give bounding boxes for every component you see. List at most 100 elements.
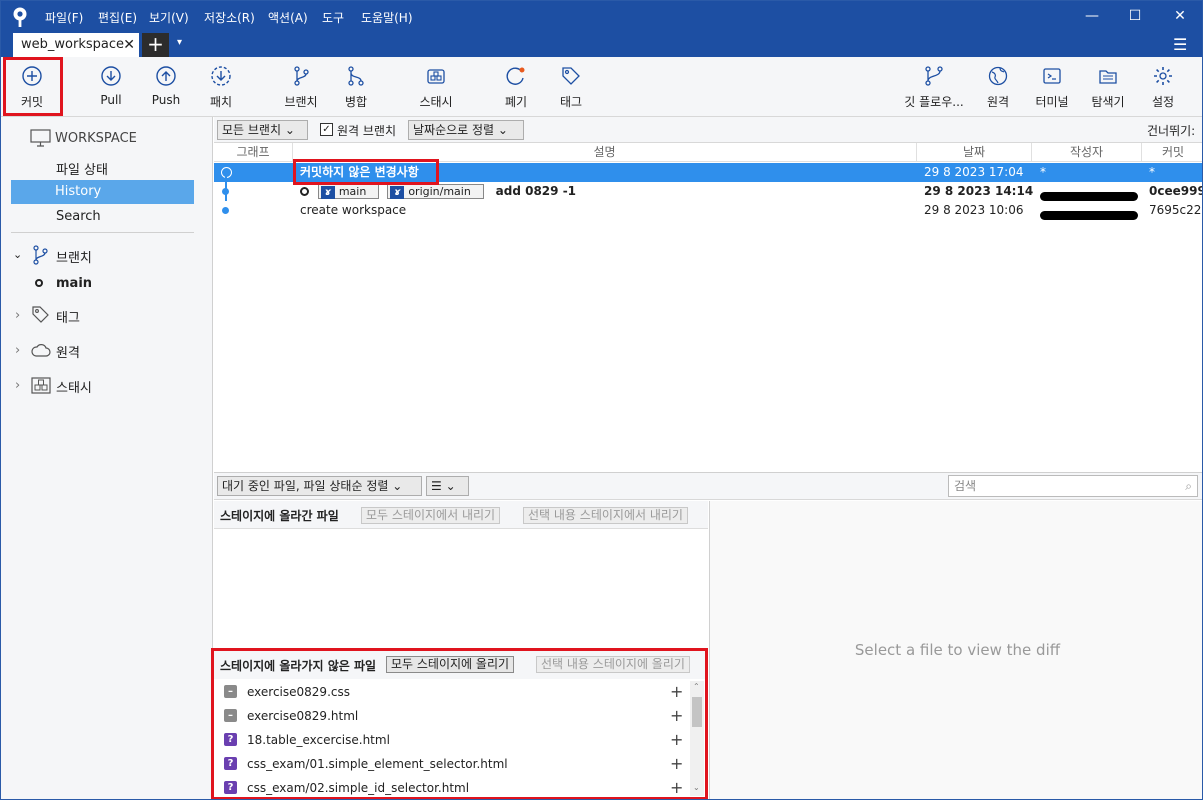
sort-by-date-dropdown[interactable]: 날짜순으로 정렬 ⌄ [408,120,524,140]
sidebar-branch-main[interactable]: main [56,276,92,291]
stage-file-plus-icon[interactable]: + [670,728,683,752]
column-graph[interactable]: 그래프 [214,143,293,162]
branch-button[interactable]: 브랜치 [281,57,321,117]
pull-button[interactable]: Pull [93,57,129,117]
discard-button[interactable]: 폐기 [499,57,533,117]
sidebar-stashes[interactable]: 스태시 [56,377,92,396]
remote-button[interactable]: 원격 [983,57,1013,117]
stage-selected-button[interactable]: 선택 내용 스테이지에 올리기 [536,656,690,673]
menu-repository[interactable]: 저장소(R) [204,9,255,26]
list-mode-dropdown[interactable]: ☰ ⌄ [426,476,469,496]
column-date[interactable]: 날짜 [917,143,1032,162]
branch-label-origin-main-text: origin/main [408,185,471,198]
push-button[interactable]: Push [147,57,185,117]
scrollbar-thumb[interactable] [692,697,702,727]
new-tab-button[interactable]: + [142,33,169,57]
branch-label-main[interactable]: ɤ main [317,184,380,199]
commit-row[interactable]: ɤ main ɤ origin/main add 0829 -1 29 8 2023 … [214,174,1202,210]
remote-branch-badge-icon: ɤ [390,186,405,199]
commit-row-uncommitted[interactable]: 커밋하지 않은 변경사항 29 8 2023 17:04 * * [214,163,1202,182]
tab-web-workspace[interactable]: web_workspace ✕ [13,33,139,57]
sidebar-tags[interactable]: 태그 [56,307,80,326]
terminal-button[interactable]: 터미널 [1033,57,1071,117]
tab-title: web_workspace [21,37,124,52]
all-branches-dropdown[interactable]: 모든 브랜치 ⌄ [217,120,308,140]
unstaged-file-row[interactable]: ? css_exam/01.simple_element_selector.ht… [214,752,708,776]
untracked-file-icon: ? [224,757,237,770]
column-author[interactable]: 작성자 [1032,143,1142,162]
stash-icon-sidebar [31,377,51,394]
scroll-up-icon[interactable]: ⌃ [693,682,700,691]
column-commit[interactable]: 커밋 [1142,143,1202,162]
sidebar-item-file-status[interactable]: 파일 상태 [56,159,108,178]
patch-icon [211,66,231,86]
untracked-file-icon: ? [224,781,237,794]
unstaged-file-row[interactable]: ? 18.table_excercise.html + [214,728,708,752]
unstage-selected-button[interactable]: 선택 내용 스테이지에서 내리기 [523,507,688,524]
maximize-button[interactable]: ☐ [1120,5,1150,27]
stage-file-plus-icon[interactable]: + [670,752,683,776]
patch-button[interactable]: 패치 [203,57,239,117]
branch-label-origin-main[interactable]: ɤ origin/main [387,184,484,199]
remote-branches-checkbox[interactable]: ✓ [320,123,333,136]
staged-files-list[interactable] [214,529,708,651]
menu-view[interactable]: 보기(V) [149,9,189,26]
commit-hash: * [1149,165,1155,179]
search-placeholder: 검색 [954,479,977,493]
graph-node-icon [222,188,229,195]
tab-close-icon[interactable]: ✕ [123,33,135,57]
sidebar: WORKSPACE 파일 상태 History Search ⌄ 브랜치 mai… [1,117,213,799]
file-name: css_exam/02.simple_id_selector.html [247,781,470,795]
folder-explorer-icon [1099,70,1117,84]
sidebar-remotes[interactable]: 원격 [56,342,80,361]
explorer-button[interactable]: 탐색기 [1087,57,1129,117]
menu-tools[interactable]: 도구 [322,9,344,26]
stage-file-plus-icon[interactable]: + [670,704,683,728]
unstaged-file-row[interactable]: ? css_exam/02.simple_id_selector.html + [214,776,708,799]
file-search-input[interactable]: 검색 ⌕ [948,475,1198,497]
commit-description: 커밋하지 않은 변경사항 [300,165,419,179]
commit-refs: ɤ main ɤ origin/main add 0829 -1 [300,182,576,201]
git-flow-button[interactable]: 깃 플로우... [901,57,967,117]
unstaged-list-scrollbar[interactable]: ⌃ ⌄ [690,681,704,796]
file-name: exercise0829.html [247,709,359,723]
sidebar-item-search[interactable]: Search [56,209,101,224]
commit-row[interactable]: create workspace 29 8 2023 10:06 7695c22 [214,201,1202,220]
merge-button[interactable]: 병합 [339,57,373,117]
commit-button[interactable]: 커밋 [11,57,53,117]
head-marker-icon [300,187,309,196]
tab-dropdown-icon[interactable]: ▾ [177,37,182,48]
stage-file-plus-icon[interactable]: + [670,680,683,704]
column-description[interactable]: 설명 [293,143,917,162]
removed-file-icon: – [224,685,237,698]
pending-files-sort-dropdown[interactable]: 대기 중인 파일, 파일 상태순 정렬 ⌄ [217,476,422,496]
stashes-expand-chevron-icon[interactable]: › [15,378,20,393]
scroll-down-icon[interactable]: ⌄ [693,783,700,792]
tags-expand-chevron-icon[interactable]: › [15,308,20,323]
minimize-button[interactable]: — [1077,5,1107,27]
menu-file[interactable]: 파일(F) [45,9,83,26]
remote-branches-label: 원격 브랜치 [337,124,397,138]
menu-action[interactable]: 액션(A) [268,9,308,26]
push-label: Push [151,93,181,107]
stash-button[interactable]: 스태시 [413,57,459,117]
terminal-label: 터미널 [1035,95,1069,109]
unstaged-file-row[interactable]: – exercise0829.html + [214,704,708,728]
stage-all-button[interactable]: 모두 스테이지에 올리기 [386,656,515,673]
unstaged-file-row[interactable]: – exercise0829.css + [214,680,708,704]
tag-button[interactable]: 태그 [554,57,588,117]
sidebar-branches[interactable]: 브랜치 [56,247,92,266]
commit-plus-icon [22,66,42,86]
menu-help[interactable]: 도움말(H) [361,9,413,26]
commit-date: 29 8 2023 10:06 [924,203,1024,217]
unstage-all-button[interactable]: 모두 스테이지에서 내리기 [361,507,501,524]
stage-file-plus-icon[interactable]: + [670,776,683,799]
jump-to-label: 건너뛰기: [1147,124,1196,138]
sidebar-item-history[interactable]: History [11,180,194,204]
settings-button[interactable]: 설정 [1146,57,1180,117]
hamburger-menu-icon[interactable]: ☰ [1173,35,1187,54]
branches-expand-chevron-icon[interactable]: ⌄ [13,248,22,261]
menu-edit[interactable]: 편집(E) [98,9,137,26]
remotes-expand-chevron-icon[interactable]: › [15,343,20,358]
close-window-button[interactable]: ✕ [1165,5,1195,27]
